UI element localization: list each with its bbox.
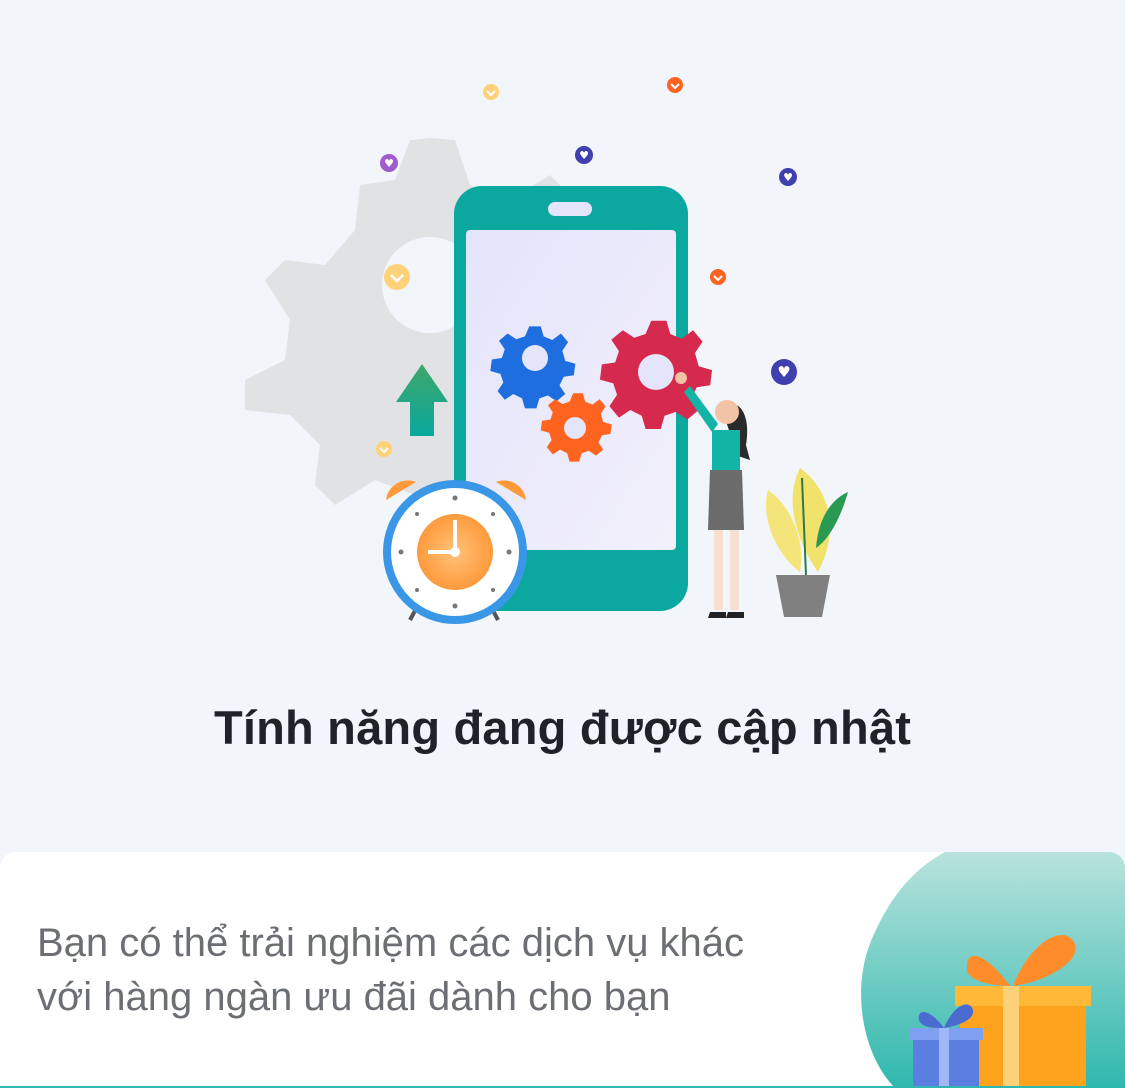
blue-gear-icon [490,326,576,409]
orange-gear-icon [540,393,612,462]
svg-text:♥: ♥ [579,149,589,162]
chevron-down-icon [667,77,683,93]
chevron-down-icon [376,441,392,457]
svg-text:♥: ♥ [384,157,394,170]
promo-message: Bạn có thể trải nghiệm các dịch vụ khác … [37,916,857,1024]
potted-plant-icon [766,468,848,617]
svg-text:♥: ♥ [783,171,793,184]
promo-card[interactable]: Bạn có thể trải nghiệm các dịch vụ khác … [0,852,1125,1088]
chevron-down-icon [710,269,726,285]
promo-line-1: Bạn có thể trải nghiệm các dịch vụ khác [37,921,745,965]
red-gear-icon [599,320,713,429]
app-update-illustration: ♥ ♥ ♥ ♥ [245,77,848,624]
page-title: Tính năng đang được cập nhật [213,701,912,754]
heart-icon: ♥ [771,359,797,385]
update-screen: ♥ ♥ ♥ ♥ Tính năng đang được cập nhật Bạn… [0,0,1125,1088]
svg-text:♥: ♥ [777,363,790,381]
alarm-clock-icon [383,480,527,624]
gift-box-icon [861,852,1125,1086]
chevron-down-icon [483,84,499,100]
promo-line-2: với hàng ngàn ưu đãi dành cho bạn [37,975,671,1019]
heart-icon: ♥ [575,146,593,164]
heart-icon: ♥ [380,154,398,172]
chevron-down-icon [384,264,410,290]
heart-icon: ♥ [779,168,797,186]
